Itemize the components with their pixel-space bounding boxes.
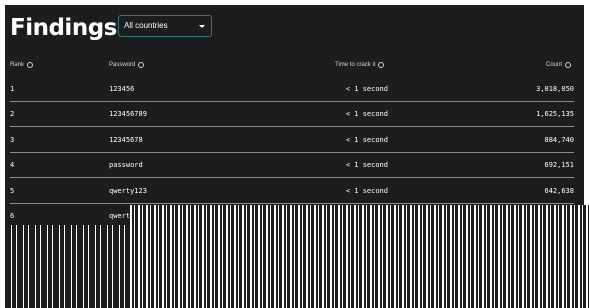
country-select-value: All countries (124, 21, 168, 30)
render-artifact (130, 205, 589, 308)
time-cell: < 1 second (345, 161, 388, 169)
table-row: 3 12345678 < 1 second 884,740 (10, 128, 574, 153)
rank-cell: 1 (10, 85, 15, 93)
row-divider (10, 126, 574, 127)
column-header-count: Count (546, 62, 571, 68)
password-cell: 123456 (109, 85, 135, 93)
column-header-rank: Rank (10, 62, 34, 68)
table-row: 4 password < 1 second 692,151 (10, 153, 574, 178)
table-row: 1 123456 < 1 second 3,018,050 (10, 77, 574, 102)
count-cell: 884,740 (544, 136, 574, 144)
rank-cell: 4 (10, 161, 15, 169)
column-header-rank-label: Rank (10, 62, 25, 68)
table-row: 2 123456789 < 1 second 1,625,135 (10, 102, 574, 127)
country-select[interactable]: All countries (118, 15, 212, 37)
time-cell: < 1 second (345, 110, 388, 118)
info-icon[interactable] (378, 62, 385, 68)
count-cell: 3,018,050 (536, 85, 574, 93)
count-cell: 642,638 (544, 187, 574, 195)
count-cell: 692,151 (544, 161, 574, 169)
row-divider (10, 177, 574, 178)
column-header-time-label: Time to crack it (335, 62, 376, 68)
time-cell: < 1 second (345, 187, 388, 195)
count-cell: 1,625,135 (536, 110, 574, 118)
password-cell: qwerty123 (109, 187, 147, 195)
column-header-password: Password (109, 62, 145, 68)
column-header-time: Time to crack it (335, 62, 385, 68)
render-artifact (5, 225, 130, 308)
rank-cell: 2 (10, 110, 15, 118)
rank-cell: 6 (10, 212, 15, 220)
column-header-count-label: Count (545, 62, 562, 68)
rank-cell: 3 (10, 136, 15, 144)
rank-cell: 5 (10, 187, 15, 195)
time-cell: < 1 second (345, 85, 388, 93)
password-cell: 12345678 (109, 136, 143, 144)
info-icon[interactable] (27, 62, 34, 68)
info-icon[interactable] (138, 62, 145, 68)
table-row: 5 qwerty123 < 1 second 642,638 (10, 179, 574, 204)
column-header-password-label: Password (109, 62, 136, 68)
time-cell: < 1 second (345, 136, 388, 144)
chevron-down-icon (199, 25, 205, 28)
page-title: Findings (10, 15, 117, 41)
password-cell: 123456789 (109, 110, 147, 118)
password-cell: password (109, 161, 143, 169)
info-icon[interactable] (565, 62, 571, 68)
